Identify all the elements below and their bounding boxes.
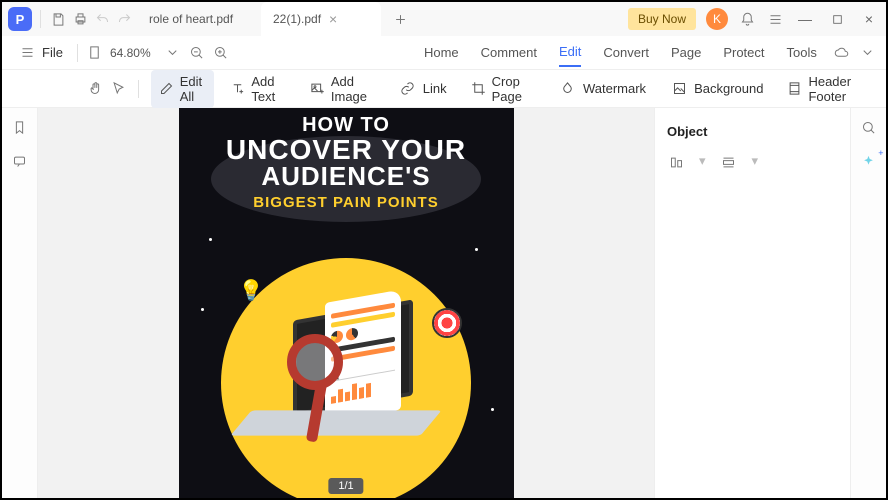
tab-inactive[interactable]: role of heart.pdf: [137, 2, 257, 36]
menu-icon: [18, 44, 36, 62]
document-canvas[interactable]: HOW TO UNCOVER YOUR AUDIENCE'S BIGGEST P…: [38, 108, 654, 498]
magnifier-icon: [287, 334, 343, 390]
toolbar-label: Link: [423, 81, 447, 96]
link-icon: [399, 80, 417, 98]
align-icon[interactable]: [667, 153, 685, 171]
header-footer-button[interactable]: Header Footer: [779, 70, 876, 108]
add-text-icon: [230, 80, 245, 98]
watermark-button[interactable]: Watermark: [551, 76, 654, 102]
distribute-icon[interactable]: [720, 153, 738, 171]
tab-label: role of heart.pdf: [149, 12, 233, 26]
ai-spark-icon[interactable]: [860, 152, 878, 170]
zoom-out-icon[interactable]: [188, 44, 206, 62]
pdf-page: HOW TO UNCOVER YOUR AUDIENCE'S BIGGEST P…: [179, 108, 514, 498]
buy-now-button[interactable]: Buy Now: [628, 8, 696, 30]
menu-page[interactable]: Page: [671, 39, 701, 66]
file-menu[interactable]: File: [12, 44, 69, 62]
panel-title: Object: [667, 124, 838, 139]
menu-home[interactable]: Home: [424, 39, 459, 66]
object-panel: Object ▾ ▾: [654, 108, 850, 498]
file-label: File: [42, 45, 63, 60]
add-text-button[interactable]: Add Text: [222, 70, 294, 108]
bookmark-icon[interactable]: [11, 118, 29, 136]
tab-active[interactable]: 22(1).pdf ×: [261, 2, 381, 36]
menu-comment[interactable]: Comment: [481, 39, 537, 66]
watermark-icon: [559, 80, 577, 98]
lightbulb-icon: 💡: [239, 278, 264, 303]
print-icon[interactable]: [71, 10, 89, 28]
background-button[interactable]: Background: [662, 76, 771, 102]
menu-protect[interactable]: Protect: [723, 39, 764, 66]
avatar[interactable]: K: [706, 8, 728, 30]
page-counter[interactable]: 1/1: [328, 478, 363, 494]
menu-tools[interactable]: Tools: [787, 39, 817, 66]
add-image-icon: [310, 80, 325, 98]
toolbar-label: Crop Page: [492, 74, 535, 104]
fit-page-icon[interactable]: [86, 44, 104, 62]
app-logo[interactable]: P: [8, 7, 32, 31]
dropdown-caret[interactable]: ▾: [752, 153, 759, 171]
toolbar-label: Add Image: [331, 74, 375, 104]
undo-icon[interactable]: [93, 10, 111, 28]
crop-icon: [471, 80, 486, 98]
chevron-down-icon[interactable]: [164, 44, 182, 62]
save-icon[interactable]: [49, 10, 67, 28]
edit-toolbar: Edit All Add Text Add Image Link Crop Pa…: [2, 70, 886, 108]
menubar: File 64.80% Home Comment Edit Convert Pa…: [2, 36, 886, 70]
main-menu: Home Comment Edit Convert Page Protect T…: [424, 38, 817, 67]
toolbar-label: Header Footer: [808, 74, 868, 104]
search-icon[interactable]: [860, 118, 878, 136]
background-icon: [670, 80, 688, 98]
tab-label: 22(1).pdf: [273, 12, 321, 26]
header-footer-icon: [787, 80, 802, 98]
hamburger-icon[interactable]: [766, 10, 784, 28]
link-button[interactable]: Link: [391, 76, 455, 102]
hand-tool-icon[interactable]: [88, 80, 103, 98]
close-icon[interactable]: ×: [329, 11, 337, 27]
edit-all-button[interactable]: Edit All: [151, 70, 215, 108]
chevron-down-icon[interactable]: [858, 44, 876, 62]
comments-panel-icon[interactable]: [11, 152, 29, 170]
left-rail: [2, 108, 38, 498]
cover-title: HOW TO UNCOVER YOUR AUDIENCE'S BIGGEST P…: [179, 114, 514, 211]
menu-edit[interactable]: Edit: [559, 38, 581, 67]
cloud-icon[interactable]: [832, 44, 850, 62]
toolbar-label: Watermark: [583, 81, 646, 96]
edit-all-icon: [159, 80, 174, 98]
crop-page-button[interactable]: Crop Page: [463, 70, 543, 108]
toolbar-label: Background: [694, 81, 763, 96]
right-rail: [850, 108, 886, 498]
bell-icon[interactable]: [738, 10, 756, 28]
menu-convert[interactable]: Convert: [603, 39, 649, 66]
add-image-button[interactable]: Add Image: [302, 70, 383, 108]
window-close[interactable]: ×: [858, 8, 880, 30]
laptop-illustration: [251, 310, 441, 450]
window-minimize[interactable]: —: [794, 8, 816, 30]
titlebar: P role of heart.pdf 22(1).pdf × Buy Now …: [2, 2, 886, 36]
workspace: HOW TO UNCOVER YOUR AUDIENCE'S BIGGEST P…: [2, 108, 886, 498]
dropdown-caret[interactable]: ▾: [699, 153, 706, 171]
toolbar-label: Add Text: [251, 74, 286, 104]
new-tab-button[interactable]: [391, 10, 409, 28]
toolbar-label: Edit All: [180, 74, 207, 104]
redo-icon[interactable]: [115, 10, 133, 28]
select-tool-icon[interactable]: [111, 80, 126, 98]
window-maximize[interactable]: [826, 8, 848, 30]
zoom-value[interactable]: 64.80%: [110, 46, 158, 60]
zoom-in-icon[interactable]: [212, 44, 230, 62]
